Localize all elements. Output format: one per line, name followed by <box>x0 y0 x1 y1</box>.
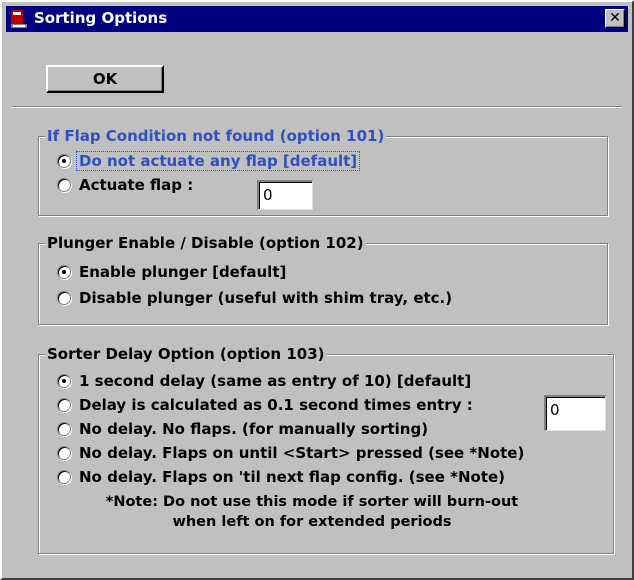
radio-button[interactable] <box>57 291 71 305</box>
title-bar[interactable]: Sorting Options ✕ <box>6 6 628 32</box>
flap-condition-group: If Flap Condition not found (option 101)… <box>38 127 608 216</box>
radio-button[interactable] <box>57 178 71 192</box>
ok-button[interactable]: OK <box>46 65 164 93</box>
radio-button-selected[interactable] <box>57 374 71 388</box>
delay-group-legend: Sorter Delay Option (option 103) <box>45 345 327 363</box>
radio-actuate-flap-label: Actuate flap : <box>79 176 194 194</box>
window-title: Sorting Options <box>34 9 168 27</box>
radio-one-second-delay-label: 1 second delay (same as entry of 10) [de… <box>79 372 472 390</box>
radio-disable-plunger-label: Disable plunger (useful with shim tray, … <box>79 289 453 307</box>
note-text-line-1: *Note: Do not use this mode if sorter wi… <box>105 494 519 510</box>
app-icon <box>11 10 27 28</box>
radio-button[interactable] <box>57 446 71 460</box>
radio-button-selected[interactable] <box>57 154 71 168</box>
ok-button-label: OK <box>92 70 118 88</box>
plunger-group-legend: Plunger Enable / Disable (option 102) <box>45 234 366 252</box>
note-text-line-2: when left on for extended periods <box>172 514 452 530</box>
radio-button-selected[interactable] <box>57 265 71 279</box>
flap-group-legend: If Flap Condition not found (option 101) <box>45 127 387 145</box>
radio-calculated-delay-label: Delay is calculated as 0.1 second times … <box>79 396 473 414</box>
radio-no-delay-no-flaps-label: No delay. No flaps. (for manually sortin… <box>79 420 429 438</box>
separator <box>12 106 622 108</box>
plunger-group: Plunger Enable / Disable (option 102) En… <box>38 234 608 325</box>
radio-button[interactable] <box>57 422 71 436</box>
radio-enable-plunger-label: Enable plunger [default] <box>79 263 287 281</box>
radio-button[interactable] <box>57 398 71 412</box>
close-icon: ✕ <box>609 10 621 26</box>
radio-no-flap-label: Do not actuate any flap [default] <box>76 151 361 171</box>
radio-flaps-until-start-label: No delay. Flaps on until <Start> pressed… <box>79 444 525 462</box>
sorter-delay-group: Sorter Delay Option (option 103) 1 secon… <box>38 345 614 554</box>
radio-button[interactable] <box>57 470 71 484</box>
delay-entry-input[interactable]: 0 <box>544 395 606 431</box>
radio-flaps-til-next-config-label: No delay. Flaps on 'til next flap config… <box>79 468 506 486</box>
sorting-options-dialog: Sorting Options ✕ OK If Flap Condition n… <box>0 0 634 580</box>
close-button[interactable]: ✕ <box>605 9 625 28</box>
flap-number-input[interactable]: 0 <box>257 180 313 210</box>
